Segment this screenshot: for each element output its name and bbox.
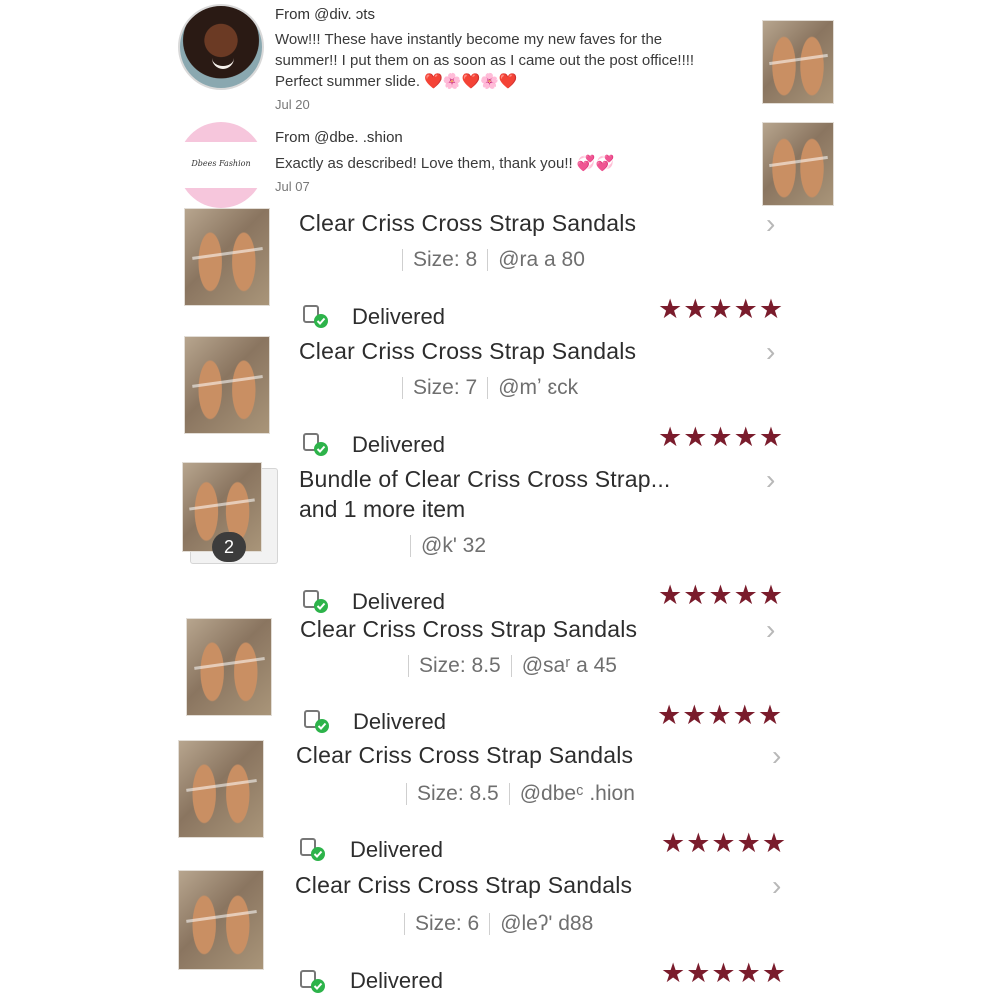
order-user[interactable]: @mʼ ɛck	[498, 376, 578, 399]
order-size: Size: 8.5	[417, 782, 499, 805]
delivery-status: Delivered	[353, 709, 446, 734]
delivery-status: Delivered	[352, 432, 445, 457]
heart-emoji-icon: 💞💞	[576, 155, 615, 172]
review-from[interactable]: From @dbe. .shion	[275, 129, 403, 146]
review-item: Dbees Fashion From @dbe. .shion Exactly …	[0, 0, 1000, 208]
order-meta: Size: 8.5 @saʳ а 45	[398, 654, 617, 678]
order-user[interactable]: @saʳ а 45	[522, 654, 617, 677]
chevron-right-icon[interactable]: ›	[772, 870, 781, 902]
reviews-section: From @div. ɔts Wow!!! These have instant…	[0, 0, 1000, 210]
order-thumbnail[interactable]	[184, 336, 270, 434]
item-count-badge: 2	[212, 532, 246, 562]
delivered-truck-icon	[300, 838, 325, 861]
reviewer-avatar[interactable]: Dbees Fashion	[178, 122, 264, 208]
order-user[interactable]: @leʔ' d88	[500, 912, 593, 935]
order-size: Size: 8.5	[419, 654, 501, 677]
delivered-truck-icon	[303, 590, 328, 613]
delivered-truck-icon	[300, 970, 325, 993]
order-user[interactable]: @ra а 80	[498, 248, 585, 271]
delivered-truck-icon	[304, 710, 329, 733]
order-title[interactable]: Clear Criss Cross Strap Sandals	[299, 210, 636, 237]
review-date: Jul 20	[275, 97, 310, 112]
order-title[interactable]: Clear Criss Cross Strap Sandals	[295, 872, 632, 899]
delivery-status: Delivered	[350, 968, 443, 993]
chevron-right-icon[interactable]: ›	[766, 208, 775, 240]
review-photo[interactable]	[762, 122, 834, 206]
order-user[interactable]: @k' 32	[421, 534, 486, 557]
avatar-logo-text: Dbees Fashion	[191, 159, 251, 168]
chevron-right-icon[interactable]: ›	[766, 464, 775, 496]
order-meta: Size: 6 @leʔ' d88	[394, 912, 593, 936]
rating-stars: ★★★★★	[658, 422, 785, 452]
order-size: Size: 7	[413, 376, 478, 399]
order-size: Size: 6	[415, 912, 480, 935]
order-title[interactable]: Clear Criss Cross Strap Sandals	[296, 742, 633, 769]
order-thumbnail[interactable]	[178, 740, 264, 838]
review-text-body: Exactly as described! Love them, thank y…	[275, 155, 573, 172]
order-size: Size: 8	[413, 248, 478, 271]
order-thumbnail[interactable]	[178, 870, 264, 970]
review-date: Jul 07	[275, 179, 310, 194]
order-user[interactable]: @dbeᶜ .hion	[520, 782, 635, 805]
rating-stars: ★★★★★	[658, 580, 785, 610]
delivery-status: Delivered	[352, 304, 445, 329]
delivered-truck-icon	[303, 305, 328, 328]
rating-stars: ★★★★★	[661, 958, 788, 988]
order-thumbnail[interactable]	[186, 618, 272, 716]
rating-stars: ★★★★★	[657, 700, 784, 730]
order-meta: Size: 8.5 @dbeᶜ .hion	[396, 782, 635, 806]
chevron-right-icon[interactable]: ›	[772, 740, 781, 772]
order-title-line2[interactable]: and 1 more item	[299, 496, 465, 523]
order-thumbnail[interactable]	[184, 208, 270, 306]
order-meta: Size: 8 @ra а 80	[392, 248, 585, 272]
order-title[interactable]: Clear Criss Cross Strap Sandals	[300, 616, 637, 643]
chevron-right-icon[interactable]: ›	[766, 336, 775, 368]
chevron-right-icon[interactable]: ›	[766, 614, 775, 646]
order-title[interactable]: Bundle of Clear Criss Cross Strap...	[299, 466, 671, 493]
review-text: Exactly as described! Love them, thank y…	[275, 153, 725, 174]
order-title[interactable]: Clear Criss Cross Strap Sandals	[299, 338, 636, 365]
delivered-truck-icon	[303, 433, 328, 456]
rating-stars: ★★★★★	[661, 828, 788, 858]
rating-stars: ★★★★★	[658, 294, 785, 324]
delivery-status: Delivered	[352, 589, 445, 614]
delivery-status: Delivered	[350, 837, 443, 862]
order-meta: Size: 7 @mʼ ɛck	[392, 376, 578, 400]
order-meta: @k' 32	[400, 534, 486, 558]
